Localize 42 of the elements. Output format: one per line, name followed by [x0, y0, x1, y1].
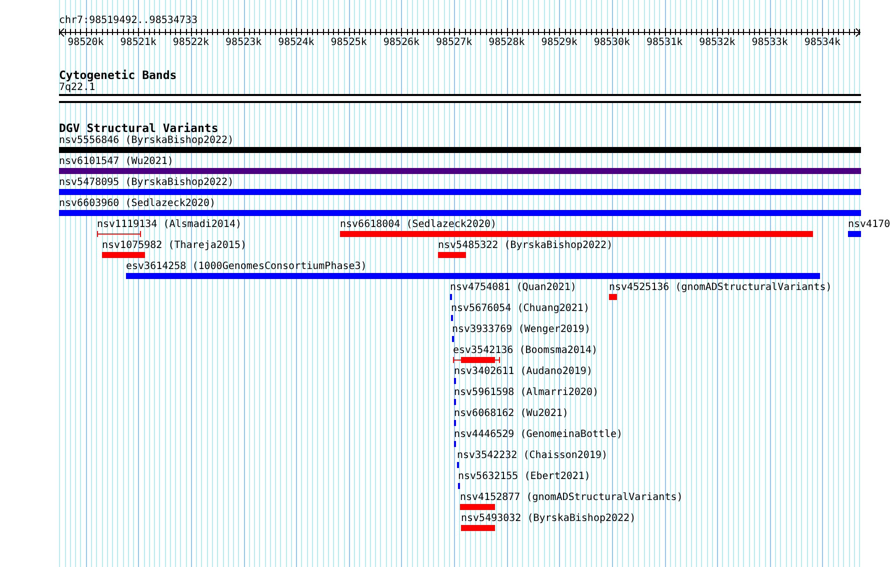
tick-label: 98524k	[278, 37, 314, 49]
variant-label: nsv1119134 (Alsmadi2014)	[97, 219, 242, 231]
variant-label: nsv4446529 (GenomeinaBottle)	[454, 429, 623, 441]
tick-label: 98520k	[68, 37, 104, 49]
variant-label: nsv5632155 (Ebert2021)	[458, 471, 590, 483]
band-label: 7q22.1	[59, 82, 96, 93]
variant-label: nsv4754081 (Quan2021)	[450, 282, 576, 294]
variant-label: nsv6618004 (Sedlazeck2020)	[340, 219, 497, 231]
tick-label: 98525k	[330, 37, 367, 49]
tick-label: 98527k	[436, 37, 472, 49]
variant-label: esv3542136 (Boomsma2014)	[453, 345, 598, 357]
tick-label: 98528k	[488, 37, 525, 49]
variant-label: nsv5478095 (ByrskaBishop2022)	[59, 177, 234, 189]
tick-label: 98534k	[804, 37, 840, 49]
tick-label: 98533k	[752, 37, 788, 49]
tick-label: 98522k	[172, 37, 210, 49]
variant-label: nsv4152877 (gnomADStructuralVariants)	[460, 492, 683, 504]
tick-label: 98526k	[383, 37, 420, 49]
variant-label: nsv3542232 (Chaisson2019)	[457, 450, 608, 462]
variant-label: nsv6101547 (Wu2021)	[59, 156, 174, 168]
variant-label: nsv3933769 (Wenger2019)	[452, 324, 590, 336]
track-title: Cytogenetic Bands	[59, 69, 177, 82]
tick-label: 98532k	[699, 37, 736, 49]
variant-label: nsv4525136 (gnomADStructuralVariants)	[609, 282, 832, 294]
tick-label: 98523k	[226, 37, 262, 49]
tick-label: 98530k	[594, 37, 630, 49]
variant-label: nsv6068162 (Wu2021)	[454, 408, 568, 420]
variant-label: nsv4170	[848, 219, 890, 231]
variant-label: esv3614258 (1000GenomesConsortiumPhase3)	[126, 261, 367, 273]
tick-label: 98531k	[646, 37, 683, 49]
variant-label: nsv5961598 (Almarri2020)	[454, 387, 598, 399]
location-text: chr7:98519492..98534733	[59, 15, 198, 27]
tick-label: 98521k	[120, 37, 156, 49]
variant-label: nsv3402611 (Audano2019)	[454, 366, 592, 378]
variant-label: nsv5556846 (ByrskaBishop2022)	[59, 135, 234, 147]
tick-label: 98529k	[541, 37, 578, 49]
variant-label: nsv6603960 (Sedlazeck2020)	[59, 198, 216, 210]
variant-label: nsv1075982 (Thareja2015)	[102, 240, 246, 252]
variant-label: nsv5493032 (ByrskaBishop2022)	[461, 513, 636, 525]
variant-label: nsv5676054 (Chuang2021)	[451, 303, 590, 315]
track-title: DGV Structural Variants	[59, 122, 218, 135]
variant-label: nsv5485322 (ByrskaBishop2022)	[438, 240, 613, 252]
